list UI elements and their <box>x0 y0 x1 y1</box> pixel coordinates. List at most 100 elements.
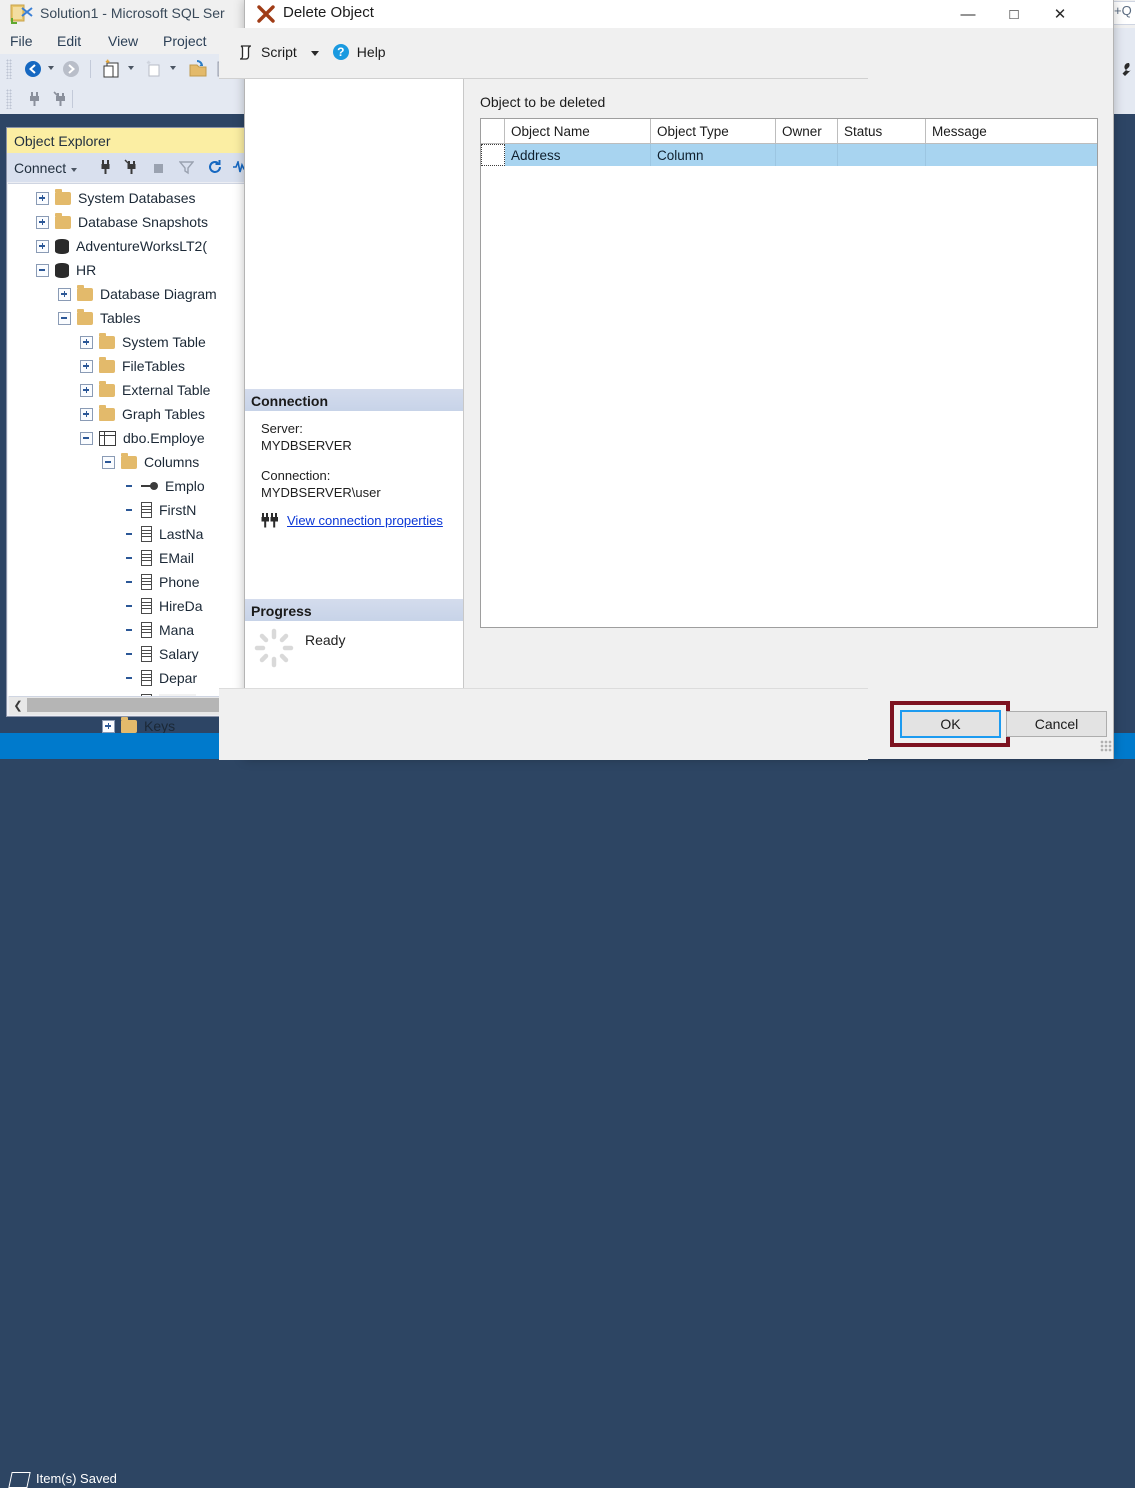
grid-col-object-type[interactable]: Object Type <box>651 119 776 143</box>
expand-icon[interactable] <box>80 360 93 373</box>
oe-disconnect-icon[interactable] <box>124 159 141 176</box>
tree-item[interactable]: Database Diagram <box>8 282 244 306</box>
expand-icon[interactable] <box>80 384 93 397</box>
toolbar-grip-2[interactable] <box>6 89 12 109</box>
menu-project[interactable]: Project <box>163 33 207 49</box>
table-icon <box>99 431 116 446</box>
server-value: MYDBSERVER <box>261 438 352 453</box>
expand-icon[interactable] <box>36 192 49 205</box>
filter-icon[interactable] <box>179 160 194 175</box>
view-connection-properties-link[interactable]: View connection properties <box>287 513 443 528</box>
cancel-button[interactable]: Cancel <box>1006 711 1107 737</box>
script-button[interactable]: Script <box>261 44 297 60</box>
collapse-icon[interactable] <box>36 264 49 277</box>
menu-edit[interactable]: Edit <box>57 33 81 49</box>
toolbar-grip[interactable] <box>6 59 12 79</box>
column-icon <box>141 574 152 590</box>
collapse-icon[interactable] <box>58 312 71 325</box>
open-file-icon[interactable] <box>188 59 208 79</box>
expand-icon[interactable] <box>102 720 115 733</box>
refresh-icon[interactable] <box>207 159 223 175</box>
menu-view[interactable]: View <box>108 33 138 49</box>
tree-item-label: Phone <box>159 574 199 590</box>
dialog-titlebar[interactable]: Delete Object — □ ✕ <box>245 0 1113 28</box>
tree-item-label: System Table <box>122 334 206 350</box>
connection-value: MYDBSERVER\user <box>261 485 381 500</box>
stop-icon <box>154 164 163 173</box>
view-connection-properties-row[interactable]: View connection properties <box>259 513 443 528</box>
maximize-button[interactable]: □ <box>991 0 1037 28</box>
cell-message[interactable] <box>926 144 1095 166</box>
grid-rowheader-corner <box>481 119 505 143</box>
toolbar-separator <box>90 60 91 78</box>
tree-item[interactable]: Phone <box>8 570 244 594</box>
connection-title: Connection <box>251 393 328 409</box>
database-icon <box>55 239 69 254</box>
progress-spinner-icon <box>253 627 295 669</box>
tree-item[interactable]: Mana <box>8 618 244 642</box>
tree-item[interactable]: FileTables <box>8 354 244 378</box>
cell-object-name[interactable]: Address <box>505 144 651 166</box>
collapse-icon[interactable] <box>102 456 115 469</box>
tree-item[interactable]: FirstN <box>8 498 244 522</box>
grid-col-message[interactable]: Message <box>926 119 1095 143</box>
navigate-back-icon[interactable] <box>24 60 42 78</box>
navigate-forward-icon[interactable] <box>62 60 80 78</box>
resize-grip-icon[interactable] <box>1100 740 1112 752</box>
help-question-icon[interactable]: ? <box>333 44 349 60</box>
close-button[interactable]: ✕ <box>1037 0 1083 28</box>
tree-item[interactable]: Tables <box>8 306 244 330</box>
new-item-dropdown-icon[interactable] <box>170 66 176 70</box>
oe-connect-icon[interactable] <box>98 159 114 176</box>
row-selector[interactable] <box>481 144 505 166</box>
column-icon <box>141 670 152 686</box>
grid-col-status[interactable]: Status <box>838 119 926 143</box>
tree-item[interactable]: Columns <box>8 450 244 474</box>
tree-spacer <box>124 553 135 564</box>
tree-item[interactable]: System Databases <box>8 186 244 210</box>
tree-item[interactable]: Database Snapshots <box>8 210 244 234</box>
tree-item[interactable]: dbo.Employe <box>8 426 244 450</box>
cell-status[interactable] <box>838 144 926 166</box>
tree-item[interactable]: EMail <box>8 546 244 570</box>
connect-button[interactable]: Connect <box>14 160 77 176</box>
expand-icon[interactable] <box>36 240 49 253</box>
tree-item[interactable]: Salary <box>8 642 244 666</box>
new-query-dropdown-icon[interactable] <box>128 66 134 70</box>
collapse-icon[interactable] <box>80 432 93 445</box>
chevron-down-icon[interactable] <box>311 51 319 56</box>
disconnect-plug-icon[interactable] <box>52 90 70 108</box>
scroll-left-icon[interactable]: ❮ <box>10 698 26 712</box>
ok-button[interactable]: OK <box>900 710 1001 738</box>
cell-object-type[interactable]: Column <box>651 144 776 166</box>
menu-file[interactable]: File <box>10 33 33 49</box>
tree-item[interactable]: LastNa <box>8 522 244 546</box>
tree-item[interactable]: Depar <box>8 666 244 690</box>
back-dropdown-icon[interactable] <box>48 66 54 70</box>
objects-grid[interactable]: Object Name Object Type Owner Status Mes… <box>480 118 1098 628</box>
tree-item[interactable]: HR <box>8 258 244 282</box>
new-item-icon[interactable] <box>144 60 162 78</box>
connect-plug-icon[interactable] <box>26 90 44 108</box>
cell-owner[interactable] <box>776 144 838 166</box>
folder-icon <box>77 312 93 325</box>
tree-item[interactable]: System Table <box>8 330 244 354</box>
hscrollbar-thumb[interactable] <box>27 698 229 712</box>
wrench-icon[interactable] <box>1120 62 1134 78</box>
tree-item[interactable]: Emplo <box>8 474 244 498</box>
expand-icon[interactable] <box>80 408 93 421</box>
tree-item[interactable]: HireDa <box>8 594 244 618</box>
tree-item[interactable]: External Table <box>8 378 244 402</box>
grid-col-object-name[interactable]: Object Name <box>505 119 651 143</box>
expand-icon[interactable] <box>36 216 49 229</box>
table-row[interactable]: Address Column <box>481 144 1097 166</box>
connect-dropdown-icon[interactable] <box>71 168 77 172</box>
minimize-button[interactable]: — <box>945 0 991 28</box>
help-button[interactable]: Help <box>357 44 386 60</box>
tree-item[interactable]: AdventureWorksLT2( <box>8 234 244 258</box>
expand-icon[interactable] <box>80 336 93 349</box>
expand-icon[interactable] <box>58 288 71 301</box>
new-query-icon[interactable] <box>102 59 122 79</box>
grid-col-owner[interactable]: Owner <box>776 119 838 143</box>
tree-item[interactable]: Graph Tables <box>8 402 244 426</box>
